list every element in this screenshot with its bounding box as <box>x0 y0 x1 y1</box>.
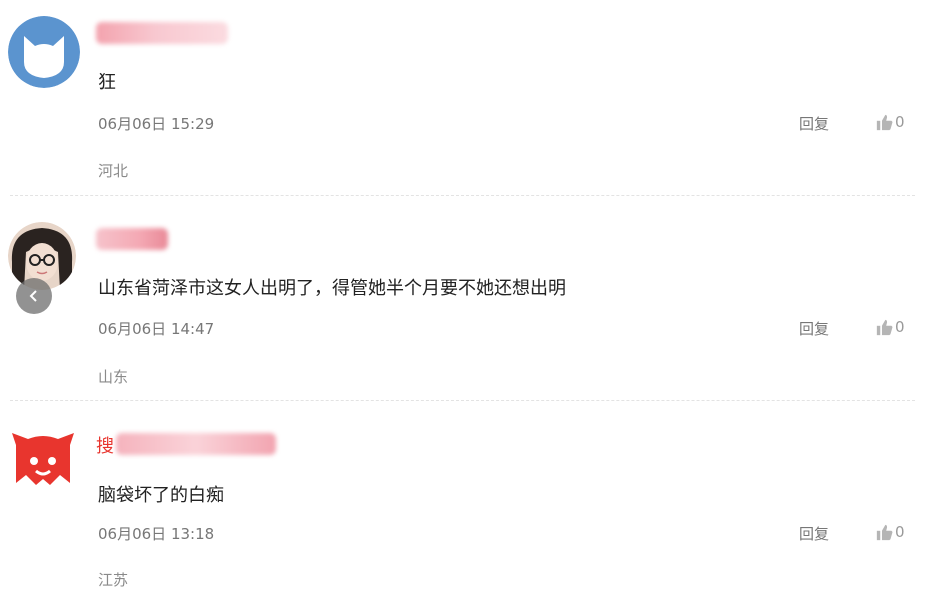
reply-button[interactable]: 回复 <box>799 113 829 134</box>
comment-item: 狂 06月06日 15:29 回复 0 河北 <box>0 0 937 196</box>
comment-time: 06月06日 14:47 <box>98 320 215 338</box>
cat-avatar-icon <box>8 16 80 88</box>
comment-item: 搜 脑袋坏了的白痴 06月06日 13:18 回复 0 江苏 <box>0 405 937 597</box>
chevron-left-icon <box>29 290 37 302</box>
comment-item: 山东省菏泽市这女人出明了，得管她半个月要不她还想出明 06月06日 14:47 … <box>0 200 937 400</box>
comment-time: 06月06日 13:18 <box>98 525 215 543</box>
avatar[interactable] <box>10 425 76 491</box>
location-label: 河北 <box>98 162 129 180</box>
like-button[interactable]: 0 <box>876 113 905 131</box>
like-button[interactable]: 0 <box>876 318 905 336</box>
like-count: 0 <box>895 113 905 131</box>
reply-button[interactable]: 回复 <box>799 523 829 544</box>
comment-text: 脑袋坏了的白痴 <box>98 485 224 506</box>
comment-text: 山东省菏泽市这女人出明了，得管她半个月要不她还想出明 <box>98 278 566 299</box>
thumbs-up-icon <box>876 524 893 540</box>
username-blurred <box>116 433 276 455</box>
comment-text: 狂 <box>98 72 116 93</box>
fox-avatar-icon <box>12 433 74 485</box>
avatar[interactable] <box>8 16 80 88</box>
location-label: 山东 <box>98 368 129 386</box>
divider <box>10 195 915 196</box>
comment-time: 06月06日 15:29 <box>98 115 215 133</box>
like-count: 0 <box>895 523 905 541</box>
like-button[interactable]: 0 <box>876 523 905 541</box>
carousel-prev-button[interactable] <box>16 278 52 314</box>
thumbs-up-icon <box>876 114 893 130</box>
thumbs-up-icon <box>876 319 893 335</box>
like-count: 0 <box>895 318 905 336</box>
username-prefix: 搜 <box>96 436 114 457</box>
reply-button[interactable]: 回复 <box>799 318 829 339</box>
location-label: 江苏 <box>98 571 129 589</box>
username-blurred <box>96 228 168 250</box>
divider <box>10 400 915 401</box>
username-blurred <box>96 22 228 44</box>
